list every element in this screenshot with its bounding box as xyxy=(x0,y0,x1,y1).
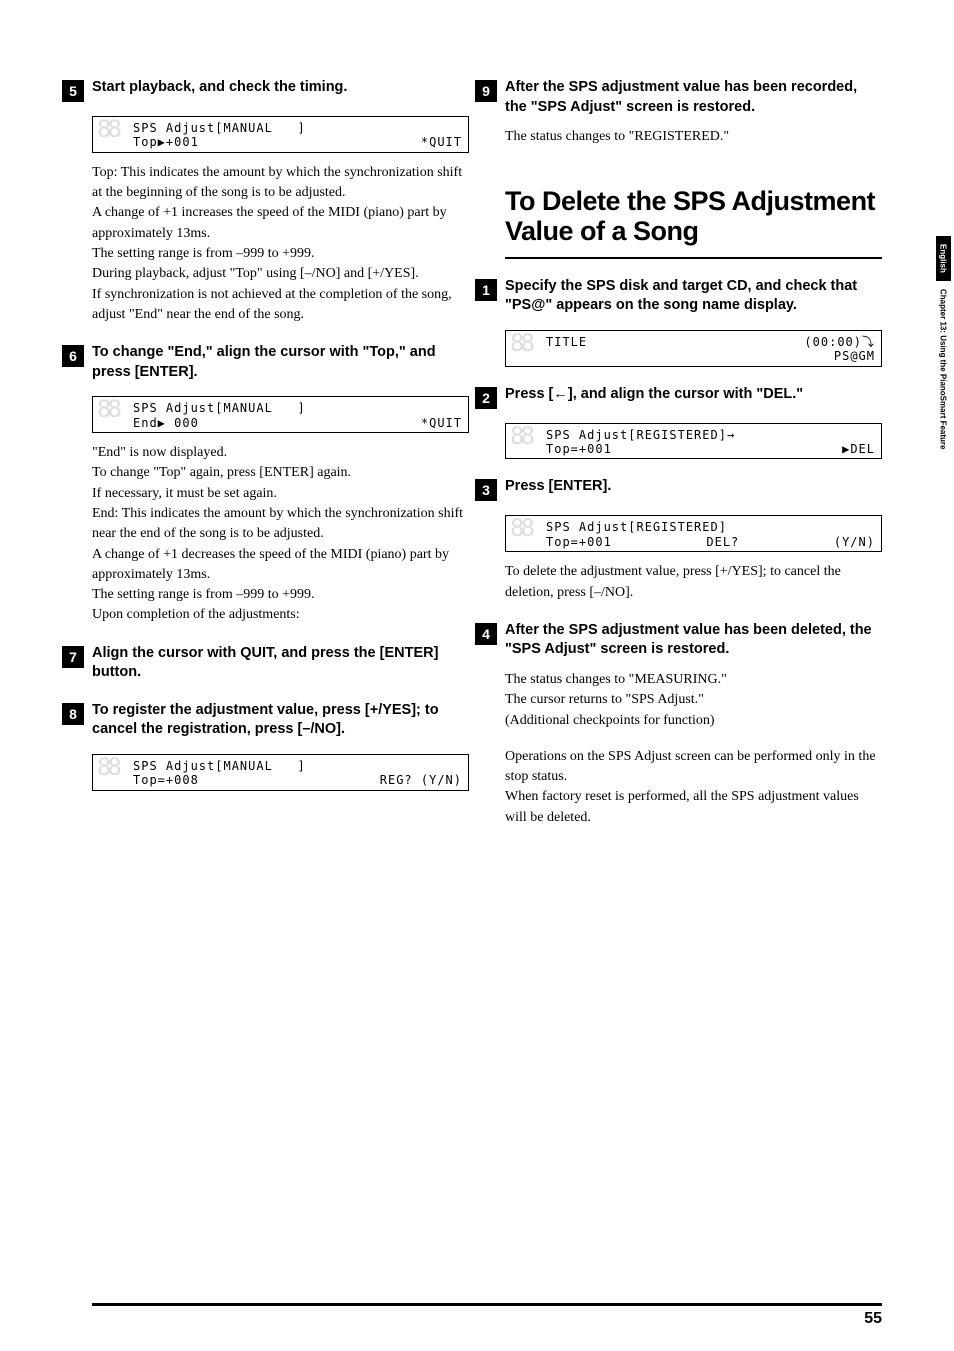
lcd-text: ▶DEL xyxy=(842,442,875,456)
step-6: 6 To change "End," align the cursor with… xyxy=(62,343,469,382)
lcd-ghost-digits: 88 xyxy=(510,426,531,446)
page-number: 55 xyxy=(864,1310,882,1327)
step-number: 4 xyxy=(475,623,497,645)
body-text: To delete the adjustment value, press [+… xyxy=(505,562,882,603)
side-tab: English Chapter 13: Using the PianoSmart… xyxy=(932,230,954,576)
step-number: 9 xyxy=(475,80,497,102)
lcd-ghost-digits: 88 xyxy=(97,399,118,419)
delete-step-3: 3 Press [ENTER]. xyxy=(475,477,882,501)
step-heading: After the SPS adjustment value has been … xyxy=(505,78,882,117)
lcd-text: Top▶+001 xyxy=(133,135,199,149)
side-tab-chapter: Chapter 13: Using the PianoSmart Feature xyxy=(936,281,951,457)
step-heading: After the SPS adjustment value has been … xyxy=(505,621,882,660)
lcd-text: SPS Adjust[MANUAL ] xyxy=(133,121,306,135)
lcd-display: 88 TITLE (00:00)⤵ PS@GM xyxy=(505,330,882,367)
step-heading: To change "End," align the cursor with "… xyxy=(92,343,469,382)
lcd-text: SPS Adjust[MANUAL ] xyxy=(133,759,306,773)
step-number: 8 xyxy=(62,703,84,725)
lcd-text: REG? (Y/N) xyxy=(380,773,462,787)
lcd-text: *QUIT xyxy=(421,416,462,430)
body-text: Top: This indicates the amount by which … xyxy=(92,163,469,325)
step-number: 1 xyxy=(475,279,497,301)
lcd-text: Top=+008 xyxy=(133,773,199,787)
step-8: 8 To register the adjustment value, pres… xyxy=(62,701,469,740)
lcd-text: Top=+001 xyxy=(546,535,612,549)
step-heading: Specify the SPS disk and target CD, and … xyxy=(505,277,882,316)
lcd-ghost-digits: 88 xyxy=(510,333,531,353)
lcd-ghost-digits: 88 xyxy=(97,757,118,777)
lcd-text: Top=+001 xyxy=(546,442,612,456)
body-text: The status changes to "REGISTERED." xyxy=(505,127,882,147)
lcd-display: 88 SPS Adjust[REGISTERED]→ Top=+001 ▶DEL xyxy=(505,423,882,460)
body-text: "End" is now displayed. To change "Top" … xyxy=(92,443,469,626)
step-number: 7 xyxy=(62,646,84,668)
delete-step-1: 1 Specify the SPS disk and target CD, an… xyxy=(475,277,882,316)
step-heading: To register the adjustment value, press … xyxy=(92,701,469,740)
step-number: 5 xyxy=(62,80,84,102)
step-7: 7 Align the cursor with QUIT, and press … xyxy=(62,644,469,683)
lcd-text: End▶ 000 xyxy=(133,416,199,430)
step-number: 2 xyxy=(475,387,497,409)
step-9: 9 After the SPS adjustment value has bee… xyxy=(475,78,882,117)
body-text: Operations on the SPS Adjust screen can … xyxy=(505,747,882,828)
lcd-display: 88 SPS Adjust[MANUAL ] Top▶+001 *QUIT xyxy=(92,116,469,153)
step-heading: Press [←], and align the cursor with "DE… xyxy=(505,385,882,405)
lcd-ghost-digits: 88 xyxy=(97,119,118,139)
lcd-display: 88 SPS Adjust[MANUAL ] End▶ 000 *QUIT xyxy=(92,396,469,433)
step-5: 5 Start playback, and check the timing. xyxy=(62,78,469,102)
step-number: 6 xyxy=(62,345,84,367)
lcd-text: (Y/N) xyxy=(834,535,875,549)
left-column: 5 Start playback, and check the timing. … xyxy=(92,60,469,1320)
side-tab-lang: English xyxy=(936,236,951,281)
right-column: 9 After the SPS adjustment value has bee… xyxy=(505,60,882,1320)
lcd-text: DEL? xyxy=(706,535,739,549)
lcd-text: TITLE xyxy=(546,335,587,349)
lcd-ghost-digits: 88 xyxy=(510,518,531,538)
lcd-text: SPS Adjust[REGISTERED]→ xyxy=(546,428,735,442)
lcd-display: 88 SPS Adjust[MANUAL ] Top=+008 REG? (Y/N… xyxy=(92,754,469,791)
step-heading: Start playback, and check the timing. xyxy=(92,78,469,98)
step-heading: Press [ENTER]. xyxy=(505,477,882,497)
body-text: The status changes to "MEASURING." The c… xyxy=(505,670,882,731)
lcd-text: PS@GM xyxy=(834,349,875,363)
delete-step-4: 4 After the SPS adjustment value has bee… xyxy=(475,621,882,660)
step-number: 3 xyxy=(475,479,497,501)
delete-step-2: 2 Press [←], and align the cursor with "… xyxy=(475,385,882,409)
lcd-text: SPS Adjust[MANUAL ] xyxy=(133,401,306,415)
lcd-display: 88 SPS Adjust[REGISTERED] Top=+001 DEL? (Y… xyxy=(505,515,882,552)
lcd-text: SPS Adjust[REGISTERED] xyxy=(546,520,727,534)
step-heading: Align the cursor with QUIT, and press th… xyxy=(92,644,469,683)
lcd-text: (00:00)⤵ xyxy=(804,335,875,349)
lcd-text: *QUIT xyxy=(421,135,462,149)
page-footer: 55 xyxy=(92,1303,882,1328)
section-title: To Delete the SPS Adjustment Value of a … xyxy=(505,187,882,258)
